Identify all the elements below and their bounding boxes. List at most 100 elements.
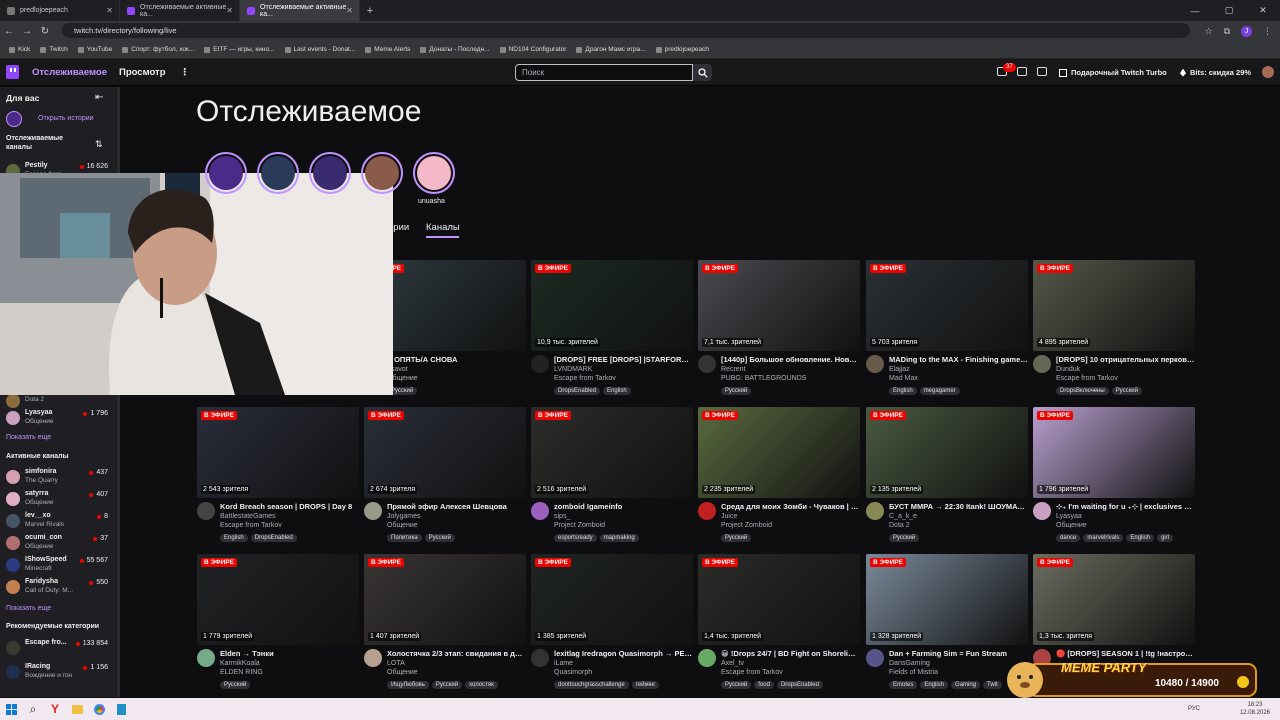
bits-button[interactable]: Bits: скидка 29% bbox=[1180, 65, 1251, 80]
game-name[interactable]: Escape from Tarkov bbox=[721, 669, 783, 676]
channel-avatar[interactable] bbox=[866, 502, 884, 520]
stream-tag[interactable]: Политика bbox=[387, 534, 422, 542]
channel-avatar[interactable] bbox=[531, 649, 549, 667]
stream-thumbnail[interactable]: В ЭФИРЕ 2 235 зрителей bbox=[698, 407, 860, 498]
channel-avatar[interactable] bbox=[197, 649, 215, 667]
sidebar-channel-item[interactable]: IShowSpeed Minecraft 55 567 bbox=[6, 554, 108, 576]
stream-tag[interactable]: Русский bbox=[889, 534, 920, 542]
channel-name[interactable]: Juice bbox=[721, 513, 737, 520]
stream-tag[interactable]: English bbox=[920, 681, 949, 689]
bookmark-item[interactable]: predlojoepeach bbox=[651, 46, 714, 53]
close-tab-icon[interactable]: ✕ bbox=[346, 6, 353, 15]
bookmark-item[interactable]: Спорт: футбол, хок... bbox=[117, 46, 199, 53]
extensions-icon[interactable]: ⧉ bbox=[1224, 26, 1230, 37]
stream-tag[interactable]: Русский bbox=[721, 387, 752, 395]
stream-tag[interactable]: marvelrivals bbox=[1083, 534, 1124, 542]
stream-tag[interactable]: DropsEnabled bbox=[776, 681, 823, 689]
channel-name[interactable]: Lyasyaa bbox=[1056, 513, 1082, 520]
app-icon[interactable] bbox=[110, 698, 132, 720]
channel-avatar[interactable] bbox=[698, 355, 716, 373]
mail-icon[interactable] bbox=[1017, 67, 1027, 76]
stream-tag[interactable]: ИщуЛюбовь bbox=[387, 681, 429, 689]
stream-tag[interactable]: English bbox=[889, 387, 917, 395]
nav-browse[interactable]: Просмотр bbox=[119, 67, 166, 78]
twitch-logo-icon[interactable] bbox=[6, 65, 19, 79]
bookmark-item[interactable]: ND104 Configurator bbox=[495, 46, 572, 53]
channel-avatar[interactable] bbox=[698, 502, 716, 520]
stream-tag[interactable]: girl bbox=[1157, 534, 1174, 542]
bookmark-item[interactable]: Twitch bbox=[35, 46, 72, 53]
stream-tag[interactable]: DropsEnabled bbox=[250, 534, 297, 542]
game-name[interactable]: PUBG: BATTLEGROUNDS bbox=[721, 375, 806, 382]
back-icon[interactable]: ← bbox=[0, 26, 18, 37]
bookmark-item[interactable]: Драгон Мамс игра... bbox=[571, 46, 650, 53]
stream-tag[interactable]: English bbox=[220, 534, 248, 542]
close-window-icon[interactable]: ✕ bbox=[1246, 0, 1280, 21]
channel-name[interactable]: LOTA bbox=[387, 660, 405, 667]
stream-tag[interactable]: dance bbox=[1056, 534, 1081, 542]
stream-thumbnail[interactable]: В ЭФИРЕ 7,1 тыс. зрителей bbox=[698, 260, 860, 351]
language-indicator[interactable]: РУС bbox=[1188, 705, 1200, 713]
channel-name[interactable]: BattlestateGames bbox=[220, 513, 276, 520]
stream-thumbnail[interactable]: В ЭФИРЕ 1 385 зрителей bbox=[531, 554, 693, 645]
close-tab-icon[interactable]: ✕ bbox=[226, 6, 233, 15]
stream-title[interactable]: ⊹₊ I'm waiting for u ₊⊹ | exclusives → !… bbox=[1056, 502, 1195, 511]
stream-tag[interactable]: English bbox=[603, 387, 631, 395]
bookmark-item[interactable]: YouTube bbox=[73, 46, 118, 53]
sort-icon[interactable]: ⇅ bbox=[95, 139, 103, 150]
stream-tag[interactable]: Emotes bbox=[889, 681, 918, 689]
game-name[interactable]: Общение bbox=[387, 669, 418, 676]
search-button[interactable] bbox=[693, 64, 712, 81]
game-name[interactable]: Escape from Tarkov bbox=[554, 375, 616, 382]
stream-card[interactable]: В ЭФИРЕ 2 543 зрителя Kord Breach season |… bbox=[197, 407, 359, 547]
stream-title[interactable]: lexitlag Iredragon Quasimorph → PEAK... bbox=[554, 649, 693, 658]
minimize-icon[interactable]: — bbox=[1178, 0, 1212, 21]
stream-tag[interactable]: DropsEnabled bbox=[554, 387, 601, 395]
stream-card[interactable]: В ЭФИРЕ 4 895 зрителей [DROPS] 10 отрицате… bbox=[1033, 260, 1195, 400]
bookmark-item[interactable]: EITF — игры, кино... bbox=[199, 46, 279, 53]
stream-thumbnail[interactable]: В ЭФИРЕ 10,9 тыс. зрителей bbox=[531, 260, 693, 351]
chat-icon[interactable] bbox=[1037, 67, 1047, 76]
stream-card[interactable]: В ЭФИРЕ 10,9 тыс. зрителей [DROPS] FREE [D… bbox=[531, 260, 693, 400]
sidebar-channel-item[interactable]: lev__xo Marvel Rivals 8 bbox=[6, 510, 108, 532]
stream-tag[interactable]: Русский bbox=[431, 681, 463, 689]
channel-avatar[interactable] bbox=[866, 649, 884, 667]
stream-title[interactable]: Е ОПЯТЬ/А СНОВА bbox=[387, 355, 526, 364]
stream-title[interactable]: БУСТ ММРА → 22:30 Itank! ШОУМАТЧ... bbox=[889, 502, 1028, 511]
sidebar-channel-item[interactable]: satyrra Общение 407 bbox=[6, 488, 108, 510]
sidebar-channel-item[interactable]: Faridysha Call of Duty: M... 550 bbox=[6, 576, 108, 598]
stream-card[interactable]: В ЭФИРЕ 1 796 зрителей ⊹₊ I'm waiting for … bbox=[1033, 407, 1195, 547]
stream-title[interactable]: [DROPS] 10 отрицательных перков д... bbox=[1056, 355, 1195, 364]
search-taskbar-icon[interactable]: ⌕ bbox=[22, 698, 44, 720]
game-name[interactable]: Mad Max bbox=[889, 375, 918, 382]
channel-name[interactable]: Dunduk bbox=[1056, 366, 1080, 373]
stream-tag[interactable]: Gaming bbox=[951, 681, 981, 689]
gift-turbo-button[interactable]: Подарочный Twitch Turbo bbox=[1059, 65, 1167, 80]
channel-name[interactable]: Recrent bbox=[721, 366, 746, 373]
forward-icon[interactable]: → bbox=[18, 26, 36, 37]
stream-title[interactable]: [1440p] Большое обновление. Новое ... bbox=[721, 355, 860, 364]
channel-name[interactable]: Jolygames bbox=[387, 513, 420, 520]
stream-tag[interactable]: DropsВключены bbox=[1056, 387, 1109, 395]
clock-date[interactable]: 12.08.2026 bbox=[1240, 709, 1270, 717]
user-avatar[interactable] bbox=[1262, 66, 1274, 78]
stream-thumbnail[interactable]: В ЭФИРЕ 1 779 зрителей bbox=[197, 554, 359, 645]
stream-title[interactable]: zomboid Igameinfo bbox=[554, 502, 693, 511]
game-name[interactable]: Escape from Tarkov bbox=[220, 522, 282, 529]
stories-avatar[interactable] bbox=[6, 111, 22, 127]
stream-tag[interactable]: donttouchgrasschallenge bbox=[554, 681, 629, 689]
clock-time[interactable]: 18:23 bbox=[1240, 701, 1270, 709]
bookmark-item[interactable]: Meme Alerts bbox=[360, 46, 415, 53]
stream-card[interactable]: В ЭФИРЕ 1,4 тыс. зрителей 😀 !Drops 24/7 | … bbox=[698, 554, 860, 694]
profile-avatar[interactable]: J bbox=[1241, 25, 1252, 37]
game-name[interactable]: Dota 2 bbox=[889, 522, 910, 529]
stream-tag[interactable]: mapmaking bbox=[599, 534, 639, 542]
stream-tag[interactable]: Русский bbox=[1111, 387, 1142, 395]
more-menu-icon[interactable]: ⋮ bbox=[180, 67, 190, 78]
stream-tag[interactable]: English bbox=[1126, 534, 1155, 542]
browser-tab-3[interactable]: Отслеживаемые активные ка... ✕ bbox=[240, 0, 360, 21]
bookmark-item[interactable]: Kick bbox=[4, 46, 35, 53]
channel-avatar[interactable] bbox=[197, 502, 215, 520]
browser-menu-icon[interactable]: ⋮ bbox=[1263, 26, 1272, 37]
stream-thumbnail[interactable]: В ЭФИРЕ 2 543 зрителя bbox=[197, 407, 359, 498]
